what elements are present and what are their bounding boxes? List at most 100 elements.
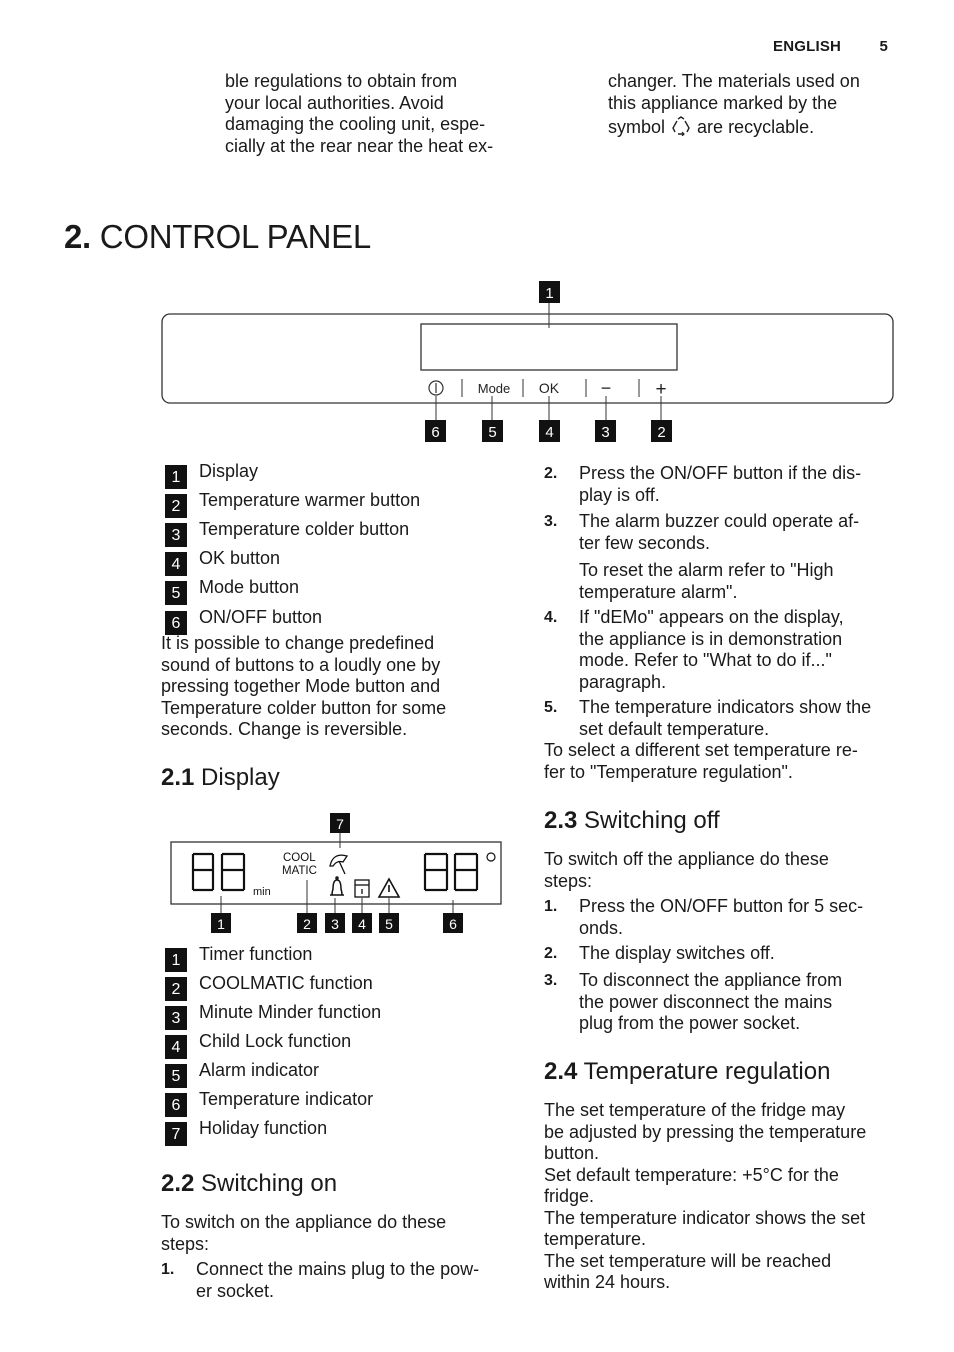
coolmatic-label: MATIC [282, 865, 317, 877]
coolmatic-label: COOL [283, 852, 316, 864]
text-line: changer. The materials used on [608, 71, 860, 91]
text-line: paragraph. [579, 671, 667, 692]
step-number: 2. [544, 465, 558, 482]
text-line: this appliance marked by the [608, 92, 838, 113]
legend-badge: 4 [165, 552, 187, 576]
text-line: the appliance is in demonstration [579, 628, 843, 649]
legend-badge: 5 [165, 581, 187, 605]
text-line: ter few seconds. [579, 532, 711, 553]
callout-label: 5 [385, 916, 393, 932]
holiday-umbrella-icon [329, 854, 349, 875]
text-line: temperature. [544, 1229, 647, 1249]
text-line: your local authorities. Avoid [225, 92, 444, 113]
section-heading: 2. CONTROL PANEL [64, 218, 371, 256]
legend-label: Temperature colder button [199, 519, 410, 539]
timer-digits [191, 852, 246, 892]
legend-label: OK button [199, 548, 281, 568]
text-line: the power disconnect the mains [579, 991, 833, 1012]
text-line: fer to "Temperature regulation". [544, 761, 793, 782]
text-line: The display switches off. [579, 943, 775, 963]
heading-number: 2.1 [161, 764, 195, 791]
legend-label: Minute Minder function [199, 1002, 382, 1022]
switching-on-outro: To select a different set temperature re… [544, 740, 858, 783]
text-line: pressing together Mode button and [161, 676, 441, 696]
step-number: 2. [544, 945, 558, 962]
text-line: To reset the alarm refer to "High [579, 560, 834, 580]
legend-label: Display [199, 461, 259, 481]
heading-text: Display [201, 764, 280, 791]
intro-left-column: ble regulations to obtain from your loca… [225, 71, 493, 157]
degree-symbol [486, 852, 496, 862]
text-line: Press the ON/OFF button for 5 sec- [579, 896, 864, 916]
legend-badge: 4 [165, 1035, 187, 1059]
text-line: If "dEMo" appears on the display, [579, 607, 844, 627]
text-line: seconds. Change is reversible. [161, 719, 408, 739]
min-label: min [253, 886, 271, 898]
legend-badge: 3 [165, 523, 187, 547]
callout-label: 1 [217, 916, 225, 932]
mode-button[interactable]: Mode [478, 381, 511, 396]
section-number: 2. [64, 218, 91, 255]
panel-outline [161, 313, 894, 404]
legend-label: Alarm indicator [199, 1060, 320, 1080]
legend-label: Temperature indicator [199, 1089, 374, 1109]
page-header: ENGLISH 5 [773, 38, 888, 55]
text-line: symbol are recyclable. [608, 116, 860, 139]
step-number: 5. [544, 699, 558, 716]
text-line: er socket. [196, 1280, 275, 1301]
text-line: The set temperature will be reached [544, 1250, 832, 1271]
heading-number: 2.2 [161, 1170, 195, 1197]
text-line: fridge. [544, 1186, 595, 1206]
text-line: The temperature indicators show the [579, 697, 872, 717]
text-line: To select a different set temperature re… [544, 740, 858, 760]
legend-label: COOLMATIC function [199, 973, 373, 993]
text-fragment: symbol [608, 117, 666, 137]
panel-note: It is possible to change predefined soun… [161, 633, 446, 741]
display-window [420, 323, 678, 371]
heading-switching-on: 2.2 Switching on [161, 1170, 337, 1198]
text-line: mode. Refer to "What to do if..." [579, 650, 832, 670]
minus-button[interactable]: − [601, 378, 612, 398]
step-number: 4. [544, 609, 558, 626]
power-icon[interactable] [428, 380, 444, 396]
heading-text: Temperature regulation [583, 1058, 831, 1085]
callout-label: 6 [449, 916, 457, 932]
language-label: ENGLISH [773, 38, 842, 55]
ok-button[interactable]: OK [539, 380, 560, 396]
step-number: 1. [544, 898, 558, 915]
legend-badge: 5 [165, 1064, 187, 1088]
text-line: Connect the mains plug to the pow- [196, 1259, 480, 1279]
text-line: button. [544, 1143, 600, 1163]
legend-badge: 2 [165, 977, 187, 1001]
heading-temperature-regulation: 2.4 Temperature regulation [544, 1058, 830, 1086]
text-line: To switch on the appliance do these [161, 1212, 447, 1232]
text-line: temperature alarm". [579, 581, 738, 602]
legend-badge: 1 [165, 465, 187, 489]
text-line: To switch off the appliance do these [544, 849, 829, 869]
text-line: It is possible to change predefined [161, 633, 435, 653]
callout-label: 2 [303, 916, 311, 932]
callout-label: 7 [336, 816, 344, 832]
text-fragment: are recyclable. [697, 117, 815, 137]
text-line: Temperature colder button for some [161, 697, 447, 718]
text-line: onds. [579, 917, 624, 938]
text-line: The alarm buzzer could operate af- [579, 511, 860, 531]
legend-badge: 7 [165, 1122, 187, 1146]
legend-label: ON/OFF button [199, 607, 323, 627]
temperature-regulation-text: The set temperature of the fridge may be… [544, 1100, 866, 1294]
step-number: 3. [544, 972, 558, 989]
legend-badge: 3 [165, 1006, 187, 1030]
display-legend: 1 Timer function 2 COOLMATIC function 3 Min… [165, 944, 505, 1154]
text-line: The temperature indicator shows the set [544, 1207, 866, 1228]
callout-label: 3 [601, 424, 609, 441]
step-number: 1. [161, 1261, 175, 1278]
legend-badge: 2 [165, 494, 187, 518]
text-line: steps: [544, 870, 593, 891]
legend-badge: 1 [165, 948, 187, 972]
text-line: Press the ON/OFF button if the dis- [579, 463, 862, 483]
control-panel-diagram: 1 Mode OK − + 6 5 4 3 2 [161, 281, 894, 442]
switching-off-intro: To switch off the appliance do these ste… [544, 849, 829, 892]
text-line: ble regulations to obtain from [225, 71, 458, 91]
page-number: 5 [879, 38, 888, 55]
text-line: Set default temperature: +5°C for the [544, 1164, 839, 1185]
